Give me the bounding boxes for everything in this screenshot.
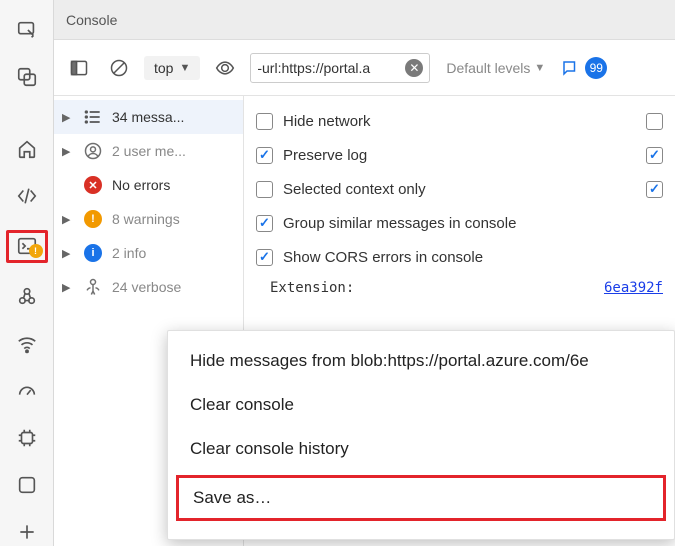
sidebar-item-label: 8 warnings bbox=[112, 211, 235, 227]
chevron-down-icon: ▼ bbox=[179, 62, 190, 74]
inspect-icon[interactable] bbox=[7, 16, 47, 43]
sidebar-item-label: No errors bbox=[112, 177, 235, 193]
warning-icon: ! bbox=[82, 208, 104, 230]
close-icon[interactable]: ✕ bbox=[405, 59, 423, 77]
show-cors-checkbox[interactable] bbox=[256, 249, 273, 266]
chevron-right-icon: ▶ bbox=[62, 111, 74, 124]
issues-button[interactable]: 99 bbox=[561, 57, 607, 79]
activity-bar: ! bbox=[0, 0, 54, 546]
context-menu-clear-history[interactable]: Clear console history bbox=[168, 427, 674, 471]
right-checkbox[interactable] bbox=[646, 113, 663, 130]
sidebar-item-verbose[interactable]: ▶ 24 verbose bbox=[54, 270, 243, 304]
overlap-icon[interactable] bbox=[7, 63, 47, 90]
selected-context-checkbox[interactable] bbox=[256, 181, 273, 198]
right-checkbox[interactable] bbox=[646, 147, 663, 164]
list-icon bbox=[82, 106, 104, 128]
context-label: top bbox=[154, 60, 173, 76]
hide-network-checkbox[interactable] bbox=[256, 113, 273, 130]
home-icon[interactable] bbox=[7, 135, 47, 162]
sidebar-item-errors[interactable]: ✕ No errors bbox=[54, 168, 243, 202]
issues-count: 99 bbox=[585, 57, 607, 79]
log-levels-select[interactable]: Default levels ▼ bbox=[440, 60, 551, 76]
sidebar-item-label: 2 user me... bbox=[112, 143, 235, 159]
elements-icon[interactable] bbox=[7, 182, 47, 209]
sidebar-item-label: 34 messa... bbox=[112, 109, 235, 125]
memory-icon[interactable] bbox=[7, 424, 47, 451]
filter-input[interactable]: -url:https://portal.a ✕ bbox=[250, 53, 430, 83]
show-cors-label: Show CORS errors in console bbox=[283, 249, 663, 266]
user-icon bbox=[82, 140, 104, 162]
filter-text: -url:https://portal.a bbox=[257, 60, 405, 76]
panel-title: Console bbox=[54, 0, 675, 40]
verbose-icon bbox=[82, 276, 104, 298]
sidebar-item-user-messages[interactable]: ▶ 2 user me... bbox=[54, 134, 243, 168]
chevron-right-icon: ▶ bbox=[62, 281, 74, 294]
context-menu: Hide messages from blob:https://portal.a… bbox=[167, 330, 675, 540]
warning-badge-icon: ! bbox=[29, 244, 43, 258]
hide-network-label: Hide network bbox=[283, 113, 636, 130]
context-menu-hide-from[interactable]: Hide messages from blob:https://portal.a… bbox=[168, 339, 674, 383]
toggle-sidebar-button[interactable] bbox=[64, 53, 94, 83]
group-similar-label: Group similar messages in console bbox=[283, 215, 663, 232]
clear-console-button[interactable] bbox=[104, 53, 134, 83]
context-menu-save-as[interactable]: Save as… bbox=[176, 475, 666, 521]
sidebar-item-info[interactable]: ▶ i 2 info bbox=[54, 236, 243, 270]
info-icon: i bbox=[82, 242, 104, 264]
live-expression-button[interactable] bbox=[210, 53, 240, 83]
plus-icon[interactable] bbox=[7, 519, 47, 546]
group-similar-checkbox[interactable] bbox=[256, 215, 273, 232]
extension-label: Extension: bbox=[270, 280, 354, 296]
performance-icon[interactable] bbox=[7, 377, 47, 404]
network-icon[interactable] bbox=[7, 330, 47, 357]
sources-icon[interactable] bbox=[7, 283, 47, 310]
error-icon: ✕ bbox=[82, 174, 104, 196]
selected-context-label: Selected context only bbox=[283, 181, 636, 198]
title-text: Console bbox=[66, 12, 117, 28]
sidebar-item-label: 24 verbose bbox=[112, 279, 235, 295]
chevron-right-icon: ▶ bbox=[62, 247, 74, 260]
extension-link[interactable]: 6ea392f bbox=[604, 280, 663, 296]
sidebar-item-all-messages[interactable]: ▶ 34 messa... bbox=[54, 100, 243, 134]
sidebar-item-warnings[interactable]: ▶ ! 8 warnings bbox=[54, 202, 243, 236]
chevron-down-icon: ▼ bbox=[534, 62, 545, 74]
right-checkbox[interactable] bbox=[646, 181, 663, 198]
application-icon[interactable] bbox=[7, 472, 47, 499]
chevron-right-icon: ▶ bbox=[62, 145, 74, 158]
levels-label: Default levels bbox=[446, 60, 530, 76]
console-icon[interactable]: ! bbox=[6, 230, 48, 263]
context-menu-clear-console[interactable]: Clear console bbox=[168, 383, 674, 427]
preserve-log-label: Preserve log bbox=[283, 147, 636, 164]
chevron-right-icon: ▶ bbox=[62, 213, 74, 226]
sidebar-item-label: 2 info bbox=[112, 245, 235, 261]
console-toolbar: top ▼ -url:https://portal.a ✕ Default le… bbox=[54, 40, 675, 96]
context-select[interactable]: top ▼ bbox=[144, 56, 200, 80]
preserve-log-checkbox[interactable] bbox=[256, 147, 273, 164]
extension-line: Extension: 6ea392f bbox=[256, 274, 663, 296]
